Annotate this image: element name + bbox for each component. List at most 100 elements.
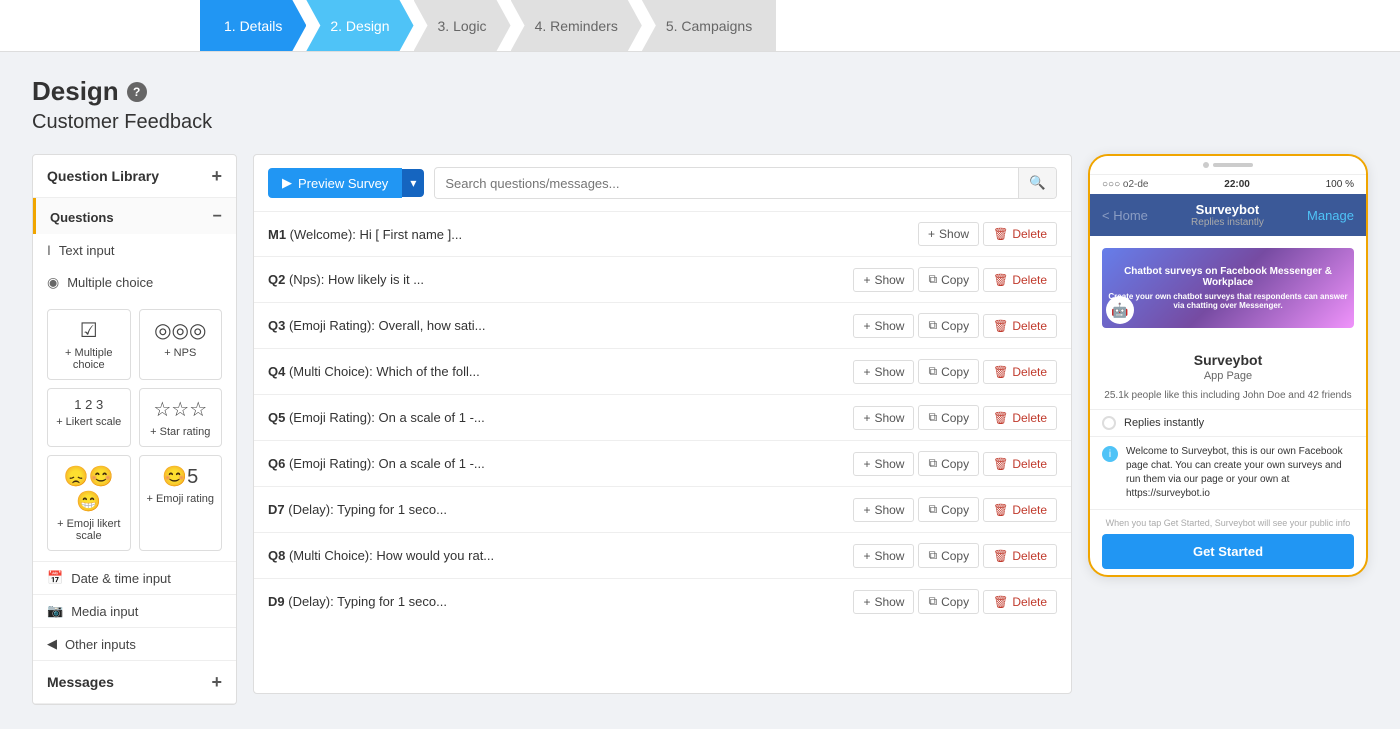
question-delete-btn-3[interactable]: 🗑 Delete — [983, 360, 1057, 384]
nps-card[interactable]: ◎◎◎ + NPS — [139, 309, 223, 380]
search-button[interactable]: 🔍 — [1018, 168, 1056, 198]
question-show-btn-3[interactable]: + Show — [853, 360, 914, 384]
question-show-btn-7[interactable]: + Show — [853, 544, 914, 568]
preview-survey-button[interactable]: ▶ Preview Survey — [268, 168, 402, 198]
questions-section-header: Questions − — [33, 198, 236, 234]
likert-card-label: + Likert scale — [54, 416, 124, 428]
messages-section-header: Messages + — [33, 660, 236, 704]
question-copy-btn-4[interactable]: ⧉ Copy — [918, 405, 979, 430]
phone-frame: ○○○ o2-de 22:00 100 % < Home Surveybot R… — [1088, 154, 1368, 577]
question-show-btn-6[interactable]: + Show — [853, 498, 914, 522]
page-likes: 25.1k people like this including John Do… — [1090, 390, 1366, 401]
app-subtitle: Replies instantly — [1191, 217, 1264, 228]
question-label-7: Q8 (Multi Choice): How would you rat... — [268, 548, 845, 563]
question-delete-btn-5[interactable]: 🗑 Delete — [983, 452, 1057, 476]
copy-icon: ⧉ — [928, 456, 937, 471]
question-delete-btn-4[interactable]: 🗑 Delete — [983, 406, 1057, 430]
emoji-likert-label: + Emoji likert scale — [54, 518, 124, 542]
radio-icon: ◉ — [47, 274, 59, 291]
question-label-1: Q2 (Nps): How likely is it ... — [268, 272, 845, 287]
question-label-4: Q5 (Emoji Rating): On a scale of 1 -... — [268, 410, 845, 425]
star-rating-card[interactable]: ☆☆☆ + Star rating — [139, 388, 223, 447]
fb-back-btn[interactable]: < Home — [1102, 208, 1148, 223]
page-sub: App Page — [1098, 370, 1358, 382]
replies-text: Replies instantly — [1124, 417, 1204, 429]
question-tag-5: Q6 — [268, 456, 285, 471]
date-time-item[interactable]: 📅 Date & time input — [33, 561, 236, 594]
question-delete-btn-6[interactable]: 🗑 Delete — [983, 498, 1057, 522]
question-show-btn-4[interactable]: + Show — [853, 406, 914, 430]
question-copy-btn-1[interactable]: ⧉ Copy — [918, 267, 979, 292]
question-show-btn-5[interactable]: + Show — [853, 452, 914, 476]
text-input-item[interactable]: I Text input — [33, 234, 236, 266]
question-show-btn-8[interactable]: + Show — [853, 590, 914, 614]
questions-collapse-btn[interactable]: − — [213, 208, 222, 226]
plus-icon: + — [863, 319, 870, 333]
question-delete-btn-7[interactable]: 🗑 Delete — [983, 544, 1057, 568]
main-content: Question Library + Questions − I Text in… — [32, 154, 1368, 705]
fb-manage-btn[interactable]: Manage — [1307, 208, 1354, 223]
question-actions-5: + Show⧉ Copy🗑 Delete — [853, 451, 1057, 476]
media-input-item[interactable]: 📷 Media input — [33, 594, 236, 627]
wizard-step-logic[interactable]: 3. Logic — [414, 0, 511, 51]
plus-icon: + — [863, 365, 870, 379]
question-show-btn-1[interactable]: + Show — [853, 268, 914, 292]
question-actions-6: + Show⧉ Copy🗑 Delete — [853, 497, 1057, 522]
text-input-label: Text input — [59, 243, 115, 258]
wizard-steps: 1. Details 2. Design 3. Logic 4. Reminde… — [0, 0, 1400, 52]
likert-scale-card[interactable]: 1 2 3 + Likert scale — [47, 388, 131, 447]
middle-toolbar: ▶ Preview Survey ▾ 🔍 — [254, 155, 1071, 212]
banner-headline: Chatbot surveys on Facebook Messenger & … — [1102, 266, 1354, 288]
other-inputs-item[interactable]: ◀ Other inputs — [33, 627, 236, 660]
multiple-choice-label: Multiple choice — [67, 275, 153, 290]
multiple-choice-item[interactable]: ◉ Multiple choice — [33, 266, 236, 299]
footer-note: When you tap Get Started, Surveybot will… — [1102, 518, 1354, 528]
emoji-rating-card[interactable]: 😊5 + Emoji rating — [139, 455, 223, 551]
messages-add-btn[interactable]: + — [211, 673, 222, 691]
question-label-3: Q4 (Multi Choice): Which of the foll... — [268, 364, 845, 379]
wizard-step-details[interactable]: 1. Details — [200, 0, 306, 51]
help-icon[interactable]: ? — [127, 82, 147, 102]
question-actions-4: + Show⧉ Copy🗑 Delete — [853, 405, 1057, 430]
question-show-btn-0[interactable]: + Show — [918, 222, 979, 246]
question-library-header: Question Library + — [33, 155, 236, 198]
question-library-add-btn[interactable]: + — [211, 167, 222, 185]
question-copy-btn-6[interactable]: ⧉ Copy — [918, 497, 979, 522]
dot1 — [1203, 162, 1209, 168]
numbers-icon: 1 2 3 — [54, 397, 124, 412]
question-delete-btn-8[interactable]: 🗑 Delete — [983, 590, 1057, 614]
question-copy-btn-8[interactable]: ⧉ Copy — [918, 589, 979, 614]
question-delete-btn-0[interactable]: 🗑 Delete — [983, 222, 1057, 246]
banner-text: Chatbot surveys on Facebook Messenger & … — [1102, 266, 1354, 310]
question-delete-btn-2[interactable]: 🗑 Delete — [983, 314, 1057, 338]
search-input[interactable] — [435, 169, 1018, 198]
bot-logo: 🤖 — [1106, 296, 1134, 324]
question-actions-7: + Show⧉ Copy🗑 Delete — [853, 543, 1057, 568]
wizard-step-reminders[interactable]: 4. Reminders — [511, 0, 642, 51]
question-row-6: D7 (Delay): Typing for 1 seco...+ Show⧉ … — [254, 487, 1071, 533]
question-copy-btn-2[interactable]: ⧉ Copy — [918, 313, 979, 338]
wizard-step-design[interactable]: 2. Design — [306, 0, 413, 51]
trash-icon: 🗑 — [993, 595, 1008, 609]
question-row-0: M1 (Welcome): Hi [ First name ]... + Show… — [254, 212, 1071, 257]
status-line — [1213, 163, 1253, 167]
banner-sub: Create your own chatbot surveys that res… — [1102, 292, 1354, 310]
question-tag-4: Q5 — [268, 410, 285, 425]
plus-icon: + — [863, 411, 870, 425]
question-copy-btn-3[interactable]: ⧉ Copy — [918, 359, 979, 384]
multiple-choice-card[interactable]: ☑ + Multiple choice — [47, 309, 131, 380]
wizard-step-campaigns[interactable]: 5. Campaigns — [642, 0, 776, 51]
trash-icon: 🗑 — [993, 273, 1008, 287]
emoji-likert-card[interactable]: 😞😊😁 + Emoji likert scale — [47, 455, 131, 551]
question-copy-btn-5[interactable]: ⧉ Copy — [918, 451, 979, 476]
info-icon: i — [1102, 446, 1118, 462]
battery-text: 100 % — [1326, 179, 1354, 190]
preview-dropdown-button[interactable]: ▾ — [402, 169, 424, 197]
trash-icon: 🗑 — [993, 365, 1008, 379]
question-show-btn-2[interactable]: + Show — [853, 314, 914, 338]
question-copy-btn-7[interactable]: ⧉ Copy — [918, 543, 979, 568]
get-started-button[interactable]: Get Started — [1102, 534, 1354, 569]
question-delete-btn-1[interactable]: 🗑 Delete — [983, 268, 1057, 292]
question-label-0: M1 (Welcome): Hi [ First name ]... — [268, 227, 910, 242]
copy-icon: ⧉ — [928, 272, 937, 287]
